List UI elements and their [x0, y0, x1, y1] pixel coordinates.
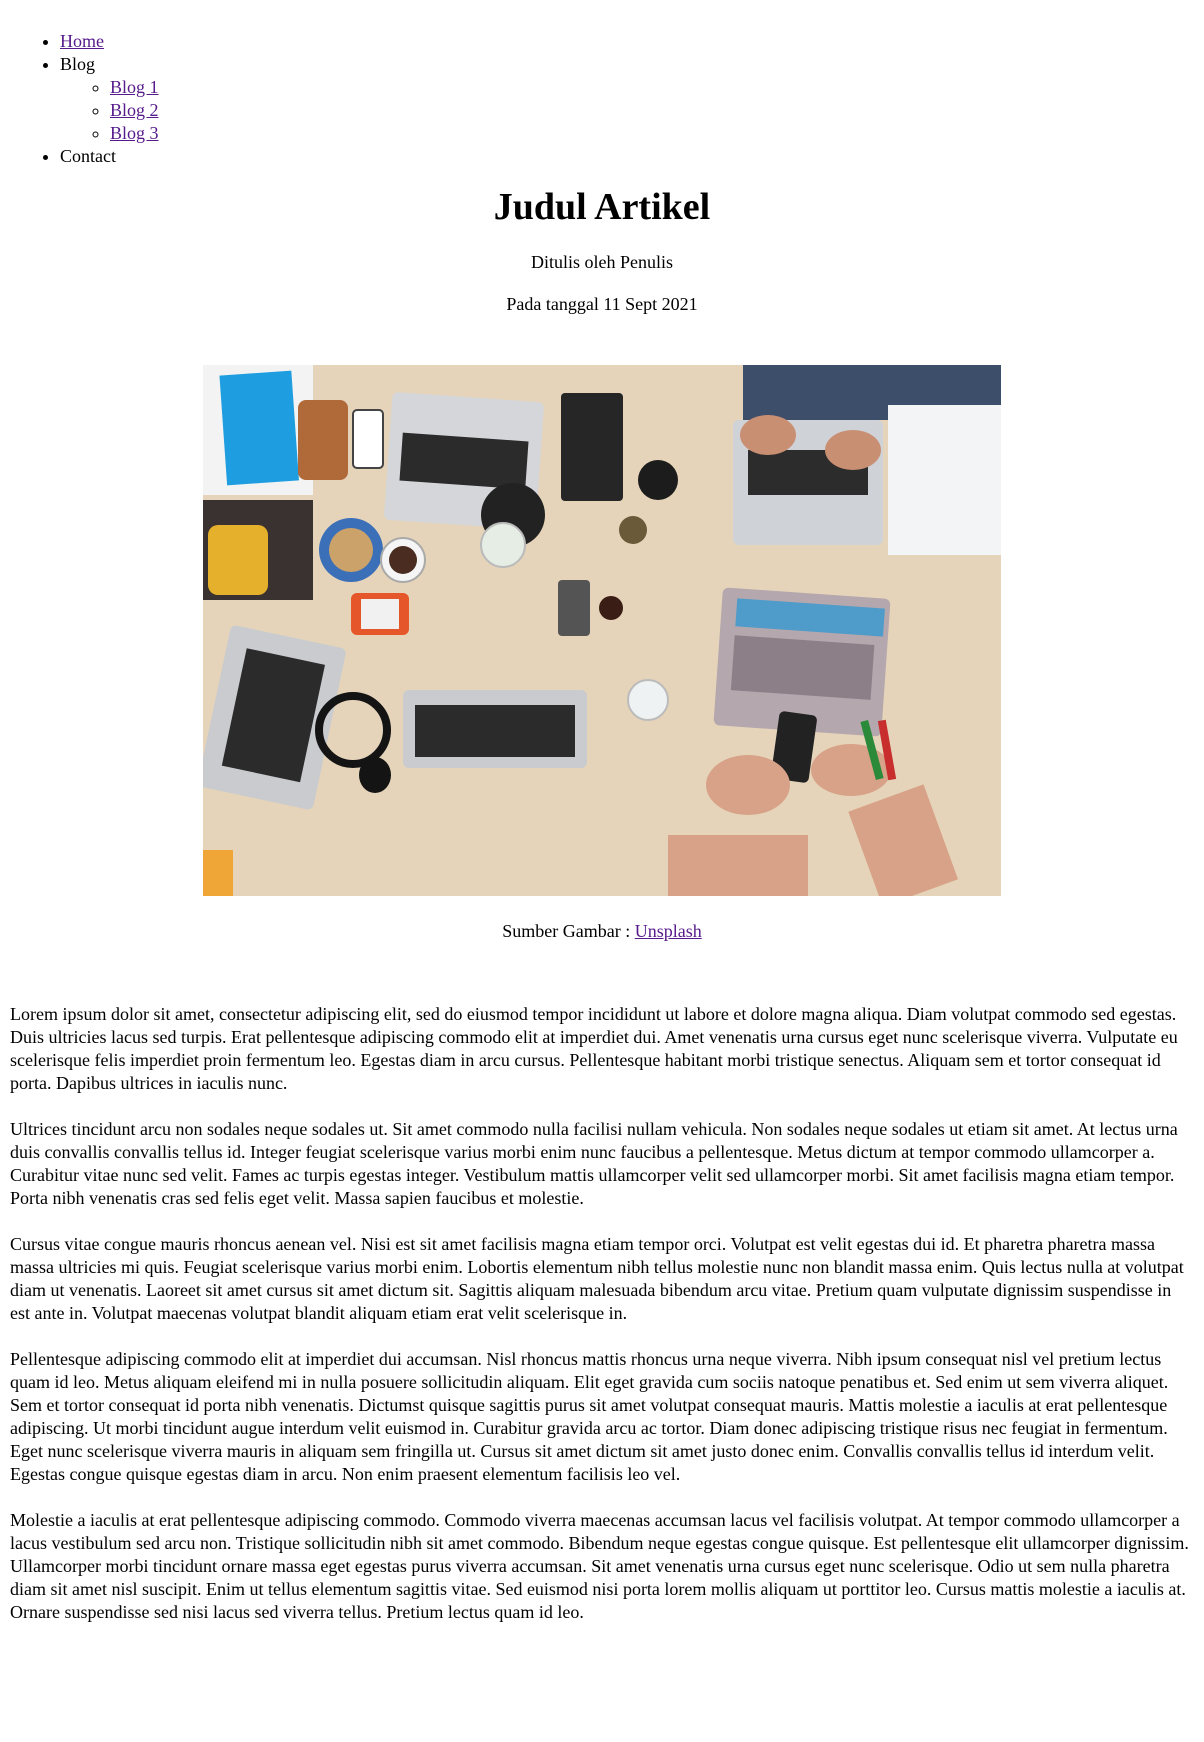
article-photo	[203, 365, 1001, 896]
nav-link-blog-1[interactable]: Blog 1	[110, 77, 159, 97]
nav-item-blog-3: Blog 3	[110, 122, 1194, 145]
nav-item-home: Home	[60, 30, 1194, 53]
nav-link-blog-3[interactable]: Blog 3	[110, 123, 159, 143]
article-figure: Sumber Gambar : Unsplash	[10, 365, 1194, 943]
main-nav: Home Blog Blog 1 Blog 2 Blog 3 Conta	[10, 0, 1194, 168]
nav-label-contact: Contact	[60, 146, 116, 166]
nav-item-blog-1: Blog 1	[110, 76, 1194, 99]
paragraph: Ultrices tincidunt arcu non sodales nequ…	[10, 1119, 1178, 1208]
image-caption: Sumber Gambar : Unsplash	[10, 920, 1194, 943]
article-author: Ditulis oleh Penulis	[530, 252, 673, 272]
nav-label-blog: Blog	[60, 54, 96, 74]
article-date: Pada tanggal 11 Sept 2021	[506, 294, 698, 314]
page: Home Blog Blog 1 Blog 2 Blog 3 Conta	[0, 0, 1204, 1624]
nav-link-blog-2[interactable]: Blog 2	[110, 100, 159, 120]
article-body: Lorem ipsum dolor sit amet, consectetur …	[10, 1003, 1194, 1624]
blog-submenu: Blog 1 Blog 2 Blog 3	[60, 76, 1194, 145]
paragraph: Lorem ipsum dolor sit amet, consectetur …	[10, 1004, 1178, 1093]
image-source-link[interactable]: Unsplash	[635, 921, 702, 941]
nav-link-home[interactable]: Home	[60, 31, 104, 51]
nav-item-contact: Contact	[60, 145, 1194, 168]
paragraph: Molestie a iaculis at erat pellentesque …	[10, 1510, 1189, 1622]
paragraph: Pellentesque adipiscing commodo elit at …	[10, 1349, 1169, 1484]
article-title: Judul Artikel	[493, 186, 711, 228]
nav-item-blog: Blog Blog 1 Blog 2 Blog 3	[60, 53, 1194, 145]
paragraph: Cursus vitae congue mauris rhoncus aenea…	[10, 1234, 1184, 1323]
nav-item-blog-2: Blog 2	[110, 99, 1194, 122]
nav-list: Home Blog Blog 1 Blog 2 Blog 3 Conta	[10, 0, 1194, 168]
image-caption-label: Sumber Gambar :	[502, 921, 635, 941]
